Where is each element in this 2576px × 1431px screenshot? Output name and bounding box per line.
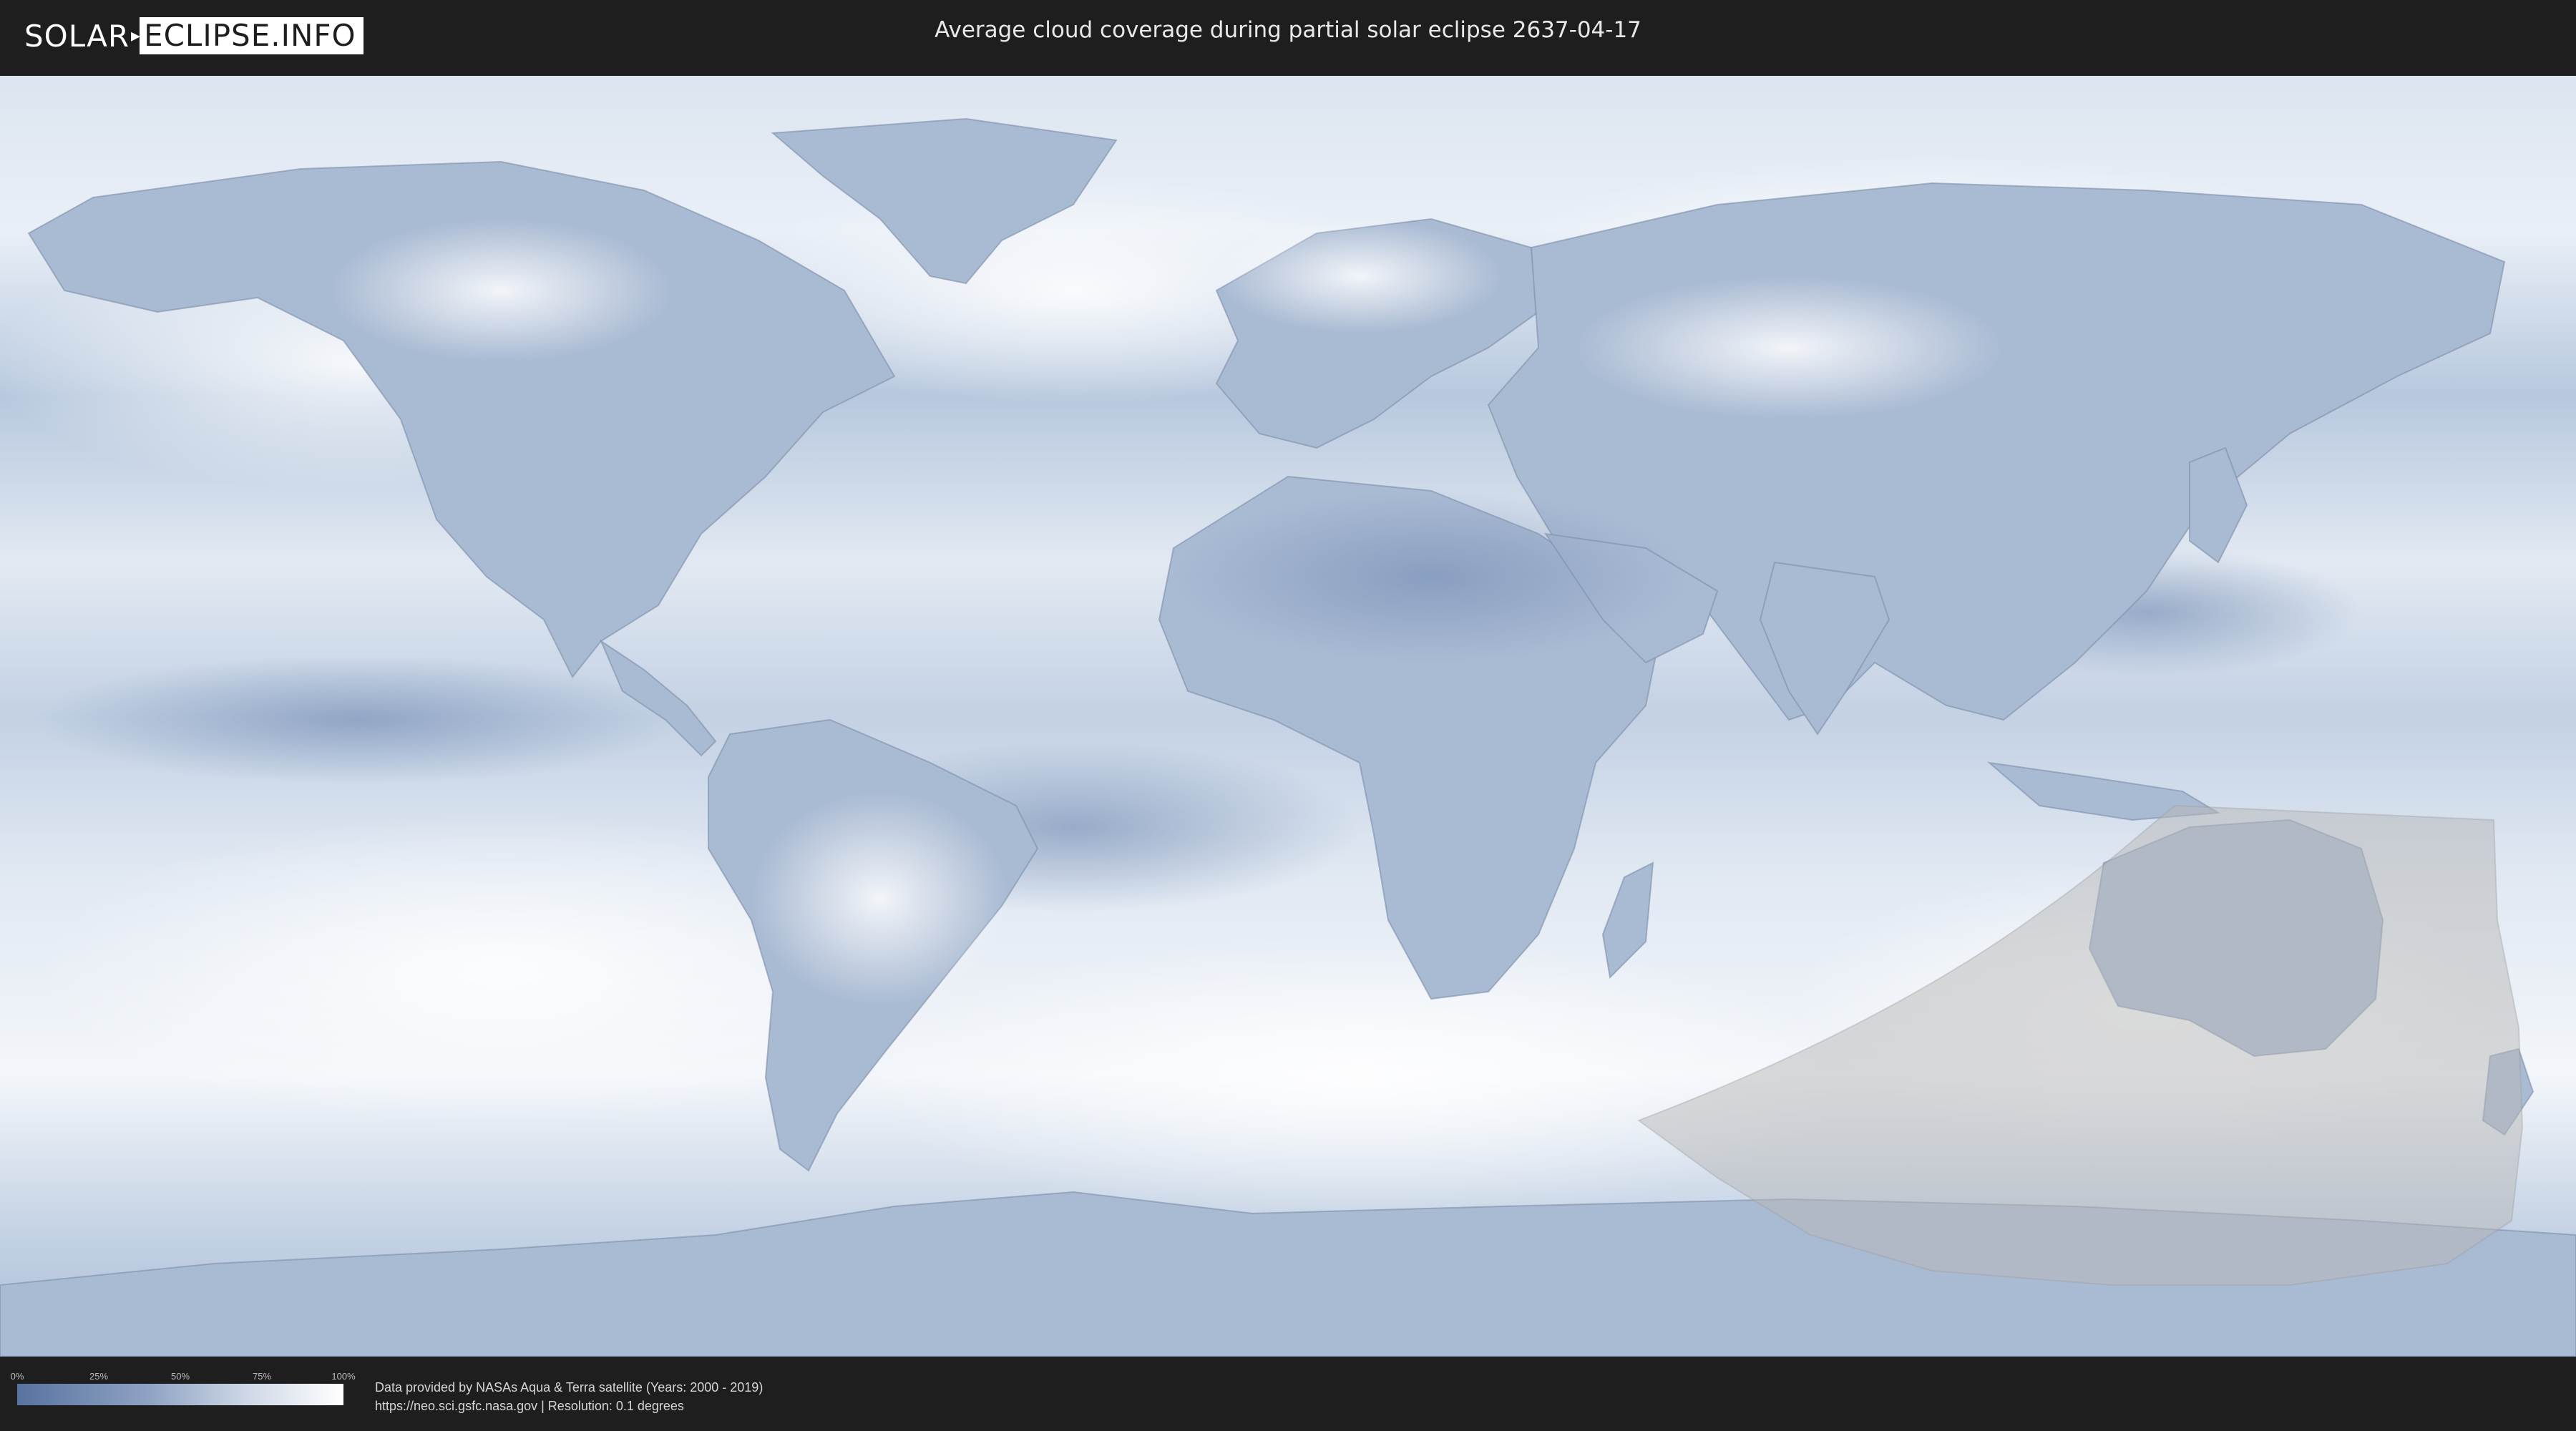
header: SOLAR ▸ ECLIPSE.INFO Average cloud cover… bbox=[0, 0, 2576, 73]
legend-color-bar bbox=[17, 1384, 343, 1405]
cloud-coverage-legend: 0% 25% 50% 75% 100% bbox=[11, 1371, 356, 1405]
legend-tick-0: 0% bbox=[10, 1371, 24, 1382]
legend-tick-75: 75% bbox=[252, 1371, 272, 1382]
legend-tick-100: 100% bbox=[331, 1371, 356, 1382]
credits-source: Data provided by NASAs Aqua & Terra sate… bbox=[375, 1380, 763, 1395]
credits-url-resolution: https://neo.sci.gsfc.nasa.gov | Resoluti… bbox=[375, 1399, 684, 1413]
legend-ticks: 0% 25% 50% 75% 100% bbox=[11, 1371, 356, 1384]
map-canvas bbox=[0, 76, 2576, 1357]
legend-tick-25: 25% bbox=[89, 1371, 109, 1382]
cloud-coverage-map[interactable] bbox=[0, 76, 2576, 1357]
data-credits: Data provided by NASAs Aqua & Terra sate… bbox=[375, 1378, 763, 1415]
page: SOLAR ▸ ECLIPSE.INFO Average cloud cover… bbox=[0, 0, 2576, 1431]
legend-tick-50: 50% bbox=[170, 1371, 190, 1382]
page-title: Average cloud coverage during partial so… bbox=[935, 17, 1641, 43]
footer: 0% 25% 50% 75% 100% Data provided by NAS… bbox=[0, 1357, 2576, 1431]
